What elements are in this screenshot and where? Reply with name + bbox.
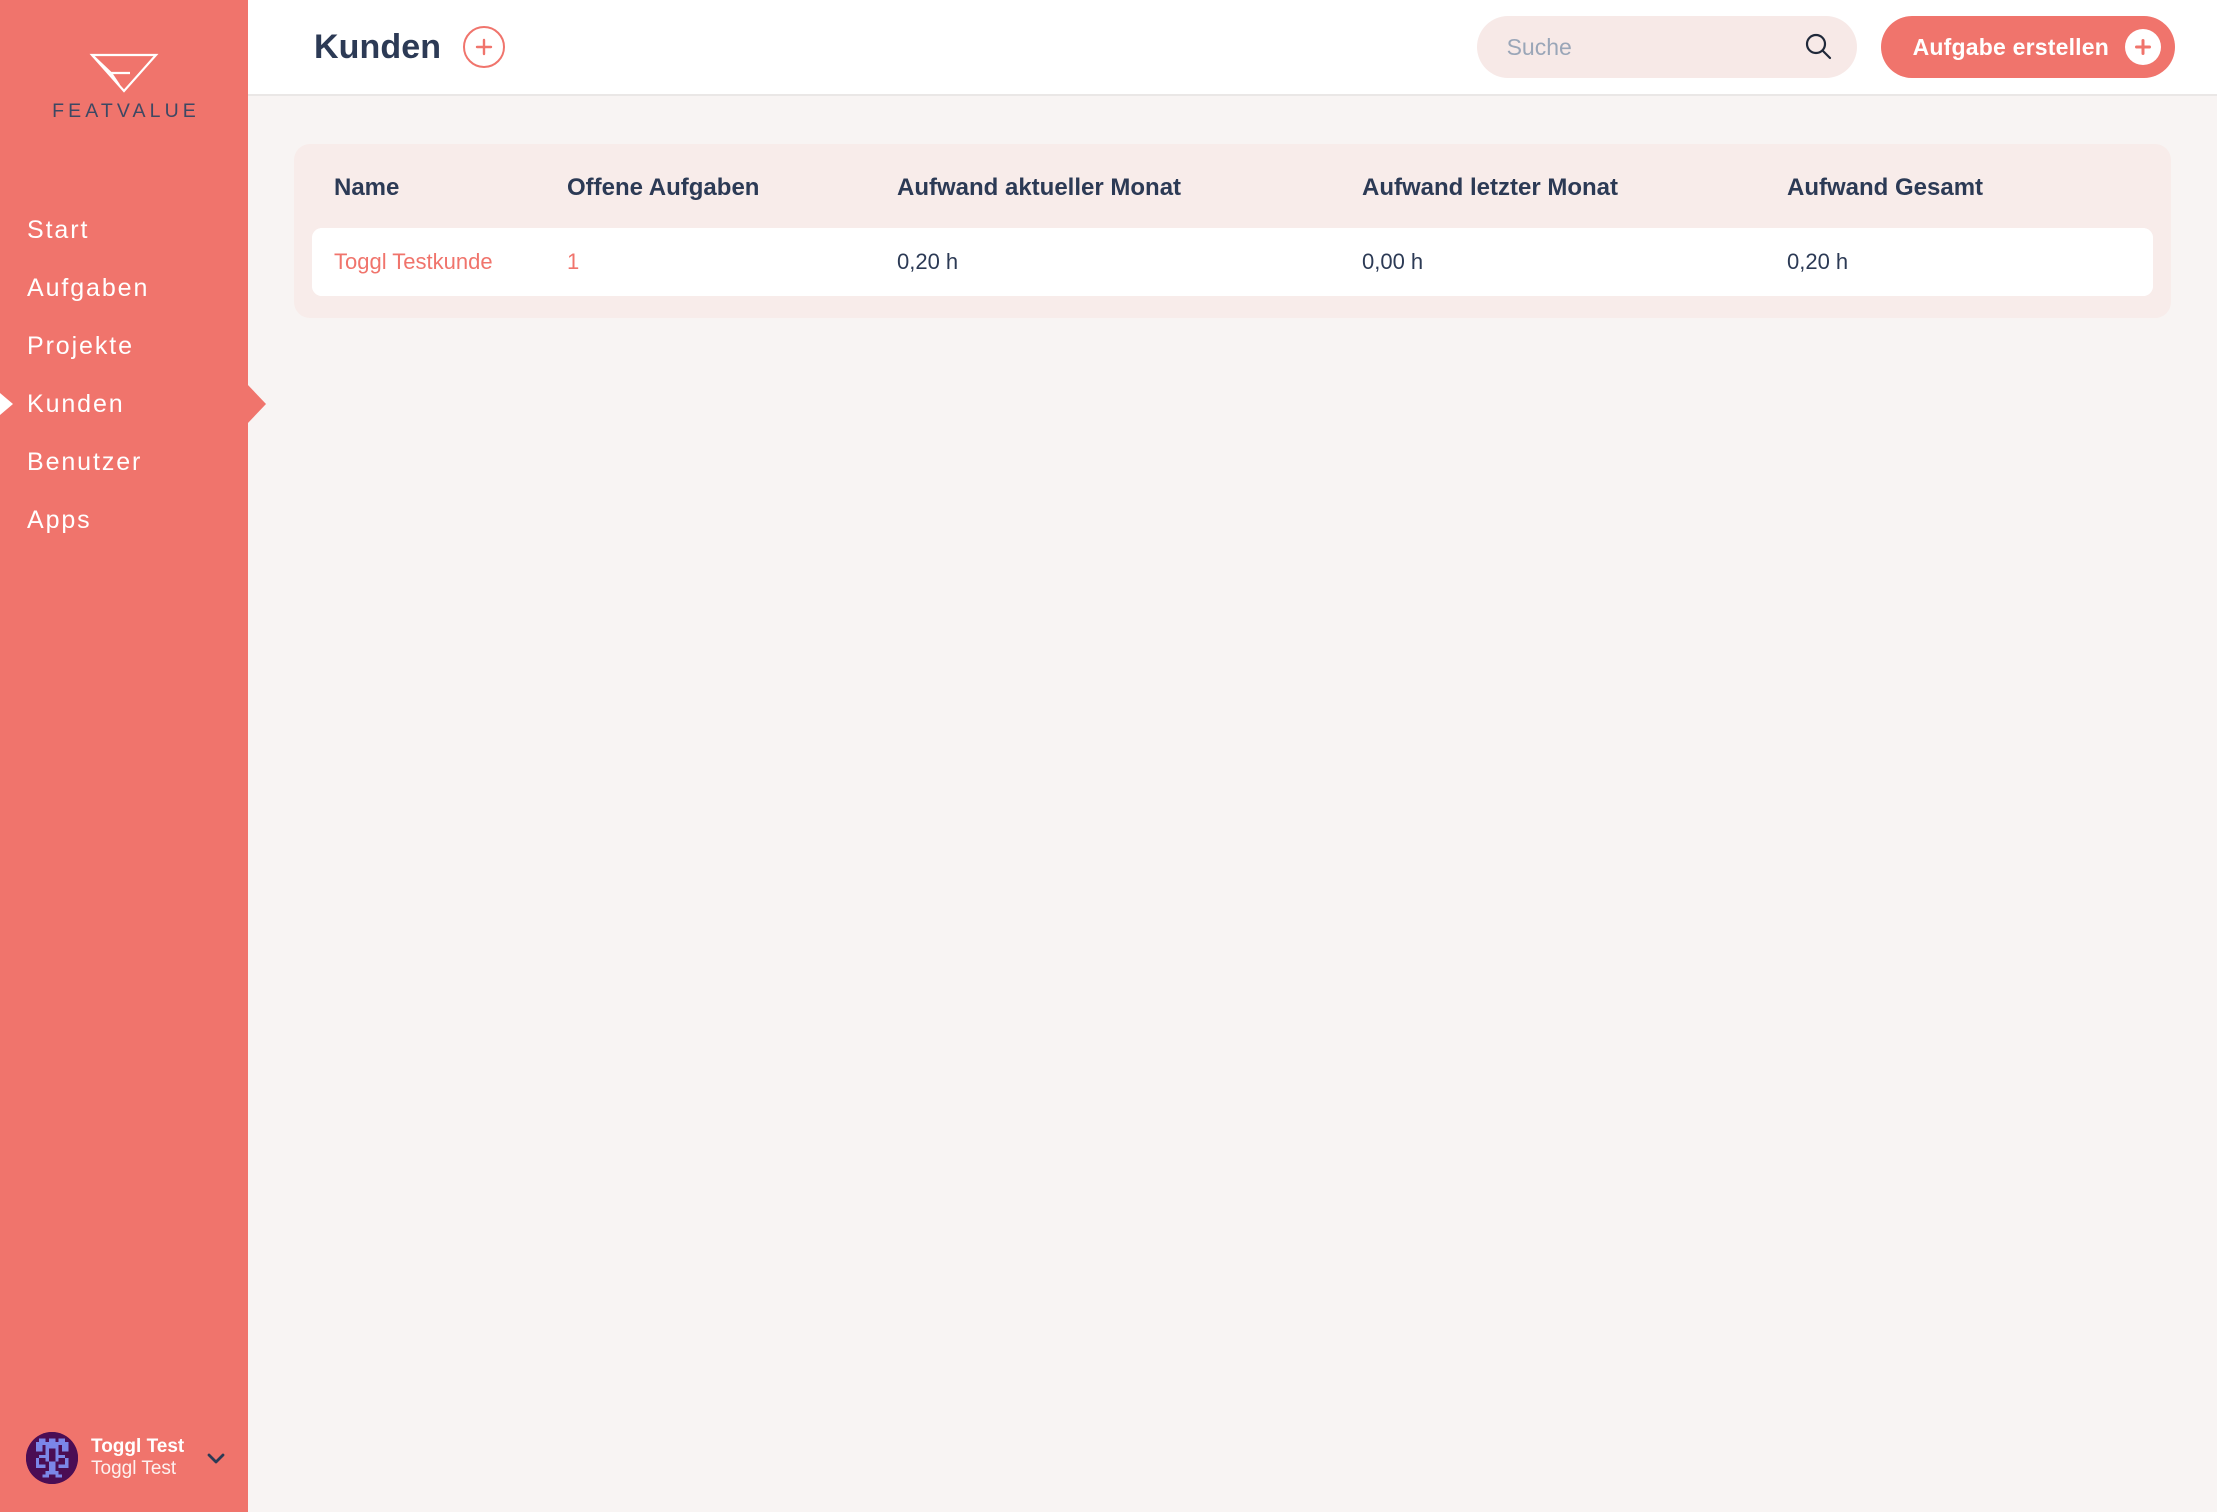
cell-effort-last-month: 0,00 h: [1362, 228, 1787, 296]
user-workspace: Toggl Test: [91, 1458, 177, 1479]
plus-icon: [2125, 29, 2161, 65]
open-tasks-link[interactable]: 1: [567, 249, 579, 274]
sidebar-item-start[interactable]: Start: [0, 201, 248, 259]
table-row[interactable]: Toggl Testkunde 1 0,20 h 0,00 h 0,20 h: [312, 228, 2153, 296]
user-account-menu[interactable]: Toggl Test Toggl Test: [0, 1432, 248, 1512]
brand-wordmark: FEATVALUE: [52, 100, 200, 122]
sidebar-item-aufgaben[interactable]: Aufgaben: [0, 259, 248, 317]
sidebar-item-apps[interactable]: Apps: [0, 491, 248, 549]
cell-effort-current-month: 0,20 h: [897, 228, 1362, 296]
sidebar-item-label: Kunden: [27, 389, 125, 418]
search-field: [1476, 16, 1857, 78]
sidebar-item-kunden[interactable]: Kunden: [0, 375, 248, 433]
page-title: Kunden: [314, 27, 442, 66]
user-name: Toggl Test: [91, 1435, 185, 1457]
plus-icon: [473, 36, 495, 58]
customer-name-link[interactable]: Toggl Testkunde: [334, 249, 493, 274]
customers-table-card: Name Offene Aufgaben Aufwand aktueller M…: [294, 144, 2171, 318]
search-icon: [1802, 30, 1834, 65]
sidebar-item-label: Projekte: [27, 331, 134, 360]
topbar: Kunden Suche Aufgabe erstellen: [248, 0, 2217, 96]
chevron-down-icon[interactable]: [197, 1445, 229, 1471]
create-task-label: Aufgabe erstellen: [1912, 33, 2109, 60]
search-input[interactable]: [1476, 16, 1857, 78]
column-header-name[interactable]: Name: [312, 144, 567, 228]
cell-name: Toggl Testkunde: [312, 228, 567, 296]
customers-table: Name Offene Aufgaben Aufwand aktueller M…: [312, 144, 2153, 296]
sidebar-item-label: Start: [27, 215, 90, 244]
column-header-open-tasks[interactable]: Offene Aufgaben: [567, 144, 897, 228]
sidebar-item-label: Benutzer: [27, 447, 143, 476]
column-header-effort-total[interactable]: Aufwand Gesamt: [1787, 144, 2153, 228]
user-names: Toggl Test Toggl Test: [91, 1436, 184, 1480]
sidebar-item-projekte[interactable]: Projekte: [0, 317, 248, 375]
column-header-effort-last-month[interactable]: Aufwand letzter Monat: [1362, 144, 1787, 228]
table-head: Name Offene Aufgaben Aufwand aktueller M…: [312, 144, 2153, 228]
sidebar: FEATVALUE Start Aufgaben Projekte Kunden…: [0, 0, 248, 1512]
avatar-identicon: [26, 1432, 78, 1484]
sidebar-item-label: Apps: [27, 505, 92, 534]
cell-open-tasks: 1: [567, 228, 897, 296]
table-header-row: Name Offene Aufgaben Aufwand aktueller M…: [312, 144, 2153, 228]
sidebar-item-benutzer[interactable]: Benutzer: [0, 433, 248, 491]
sidebar-nav: Start Aufgaben Projekte Kunden Benutzer …: [0, 201, 248, 549]
featvalue-triangle-logo: [89, 52, 159, 94]
cell-effort-total: 0,20 h: [1787, 228, 2153, 296]
content-area: Name Offene Aufgaben Aufwand aktueller M…: [248, 96, 2217, 1512]
sidebar-item-label: Aufgaben: [27, 273, 150, 302]
add-customer-button[interactable]: [463, 26, 506, 68]
app-root: FEATVALUE Start Aufgaben Projekte Kunden…: [0, 0, 2217, 1512]
search-button[interactable]: [1801, 30, 1835, 64]
brand[interactable]: FEATVALUE: [0, 0, 248, 123]
main-area: Kunden Suche Aufgabe erstellen Name Offe…: [248, 0, 2217, 1512]
create-task-button[interactable]: Aufgabe erstellen: [1880, 16, 2175, 78]
table-body: Toggl Testkunde 1 0,20 h 0,00 h 0,20 h: [312, 228, 2153, 296]
column-header-effort-current-month[interactable]: Aufwand aktueller Monat: [897, 144, 1362, 228]
